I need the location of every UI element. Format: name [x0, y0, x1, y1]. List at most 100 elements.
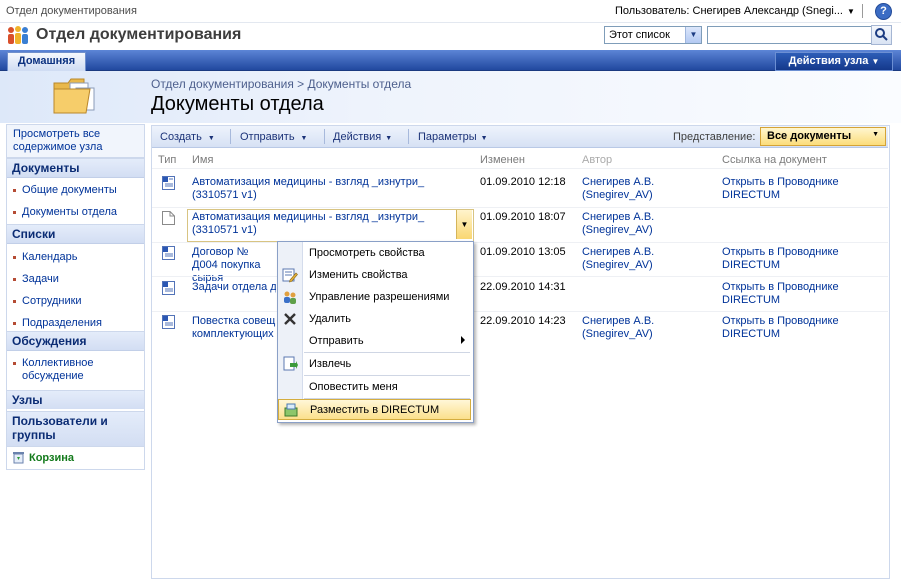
- document-library-folder-icon: [53, 78, 95, 114]
- menu-item-place-in-directum[interactable]: Разместить в DIRECTUM: [278, 399, 471, 420]
- menu-item-delete[interactable]: Удалить: [278, 309, 471, 329]
- open-in-directum-link[interactable]: Открыть в Проводнике DIRECTUM: [722, 176, 872, 202]
- breadcrumb[interactable]: Отдел документирования > Документы отдел…: [151, 77, 411, 91]
- site-title[interactable]: Отдел документирования: [36, 26, 241, 44]
- directum-icon: [284, 403, 298, 417]
- open-in-directum-link[interactable]: Открыть в Проводнике DIRECTUM: [722, 246, 872, 272]
- view-label: Представление:: [673, 131, 756, 143]
- column-header-document-link[interactable]: Ссылка на документ: [722, 154, 827, 166]
- column-header-type[interactable]: Тип: [158, 154, 176, 166]
- nav-item-shared-documents[interactable]: Общие документы: [7, 182, 144, 200]
- site-actions-label: Действия узла: [788, 55, 869, 67]
- document-name-link[interactable]: Автоматизация медицины - взгляд _изнутри…: [192, 211, 454, 237]
- menu-item-label: Оповестить меня: [309, 381, 398, 393]
- nav-sites-section: Узлы: [6, 390, 145, 412]
- item-menu-dropdown-icon[interactable]: ▼: [456, 210, 472, 239]
- modified-date: 01.09.2010 12:18: [480, 176, 566, 188]
- divider: [862, 4, 863, 18]
- open-in-directum-link[interactable]: Открыть в Проводнике DIRECTUM: [722, 281, 872, 307]
- chevron-down-icon: ▼: [872, 131, 879, 138]
- column-header-author[interactable]: Автор: [582, 154, 612, 166]
- nav-discussions-section: Обсуждения Коллективное обсуждение: [6, 331, 145, 391]
- nav-heading-documents[interactable]: Документы: [7, 159, 144, 178]
- menu-item-alert-me[interactable]: Оповестить меня: [278, 377, 471, 397]
- column-header-name[interactable]: Имя: [192, 154, 213, 166]
- generic-document-icon: [162, 211, 175, 225]
- site-actions-menu[interactable]: Действия узла ▼: [775, 52, 893, 71]
- menu-item-label: Удалить: [309, 313, 351, 325]
- site-people-logo-icon: [8, 26, 28, 44]
- menu-item-manage-permissions[interactable]: Управление разрешениями: [278, 287, 471, 307]
- settings-menu[interactable]: Параметры ▼: [418, 131, 488, 143]
- search-input[interactable]: [707, 26, 872, 44]
- menu-item-check-out[interactable]: Извлечь: [278, 354, 471, 374]
- chevron-down-icon: ▼: [871, 57, 880, 66]
- modified-date: 01.09.2010 18:07: [480, 211, 566, 223]
- chevron-down-icon: ▼: [685, 27, 701, 43]
- divider: [152, 311, 888, 312]
- menu-item-edit-properties[interactable]: Изменить свойства: [278, 265, 471, 285]
- create-label: Создать: [160, 131, 202, 143]
- author-link[interactable]: Снегирев А.В. (Snegirev_AV): [582, 176, 672, 202]
- divider: [408, 129, 409, 144]
- search-scope-select[interactable]: Этот список ▼: [604, 26, 702, 44]
- page-title: Документы отдела: [151, 93, 324, 115]
- search-button[interactable]: [871, 25, 892, 45]
- author-link[interactable]: Снегирев А.В. (Snegirev_AV): [582, 315, 672, 341]
- view-all-site-content-link[interactable]: Просмотреть все содержимое узла: [6, 124, 145, 158]
- author-link[interactable]: Снегирев А.В. (Snegirev_AV): [582, 246, 672, 272]
- nav-documents-section: Документы Общие документы Документы отде…: [6, 158, 145, 226]
- word-document-icon: [162, 281, 175, 295]
- menu-item-label: Управление разрешениями: [309, 291, 450, 303]
- view-select[interactable]: Все документы ▼: [760, 127, 886, 146]
- nav-item-team-discussion[interactable]: Коллективное обсуждение: [7, 355, 132, 386]
- menu-item-send-to[interactable]: Отправить: [278, 331, 471, 351]
- user-menu[interactable]: Пользователь: Снегирев Александр (Snegi.…: [615, 5, 855, 17]
- nav-heading-lists[interactable]: Списки: [7, 225, 144, 244]
- edit-properties-icon: [282, 268, 298, 283]
- document-name-link[interactable]: Повестка совещ комплектующих: [192, 315, 276, 341]
- menu-item-view-properties[interactable]: Просмотреть свойства: [278, 243, 471, 263]
- send-label: Отправить: [240, 131, 295, 143]
- nav-item-calendar[interactable]: Календарь: [7, 249, 144, 267]
- send-menu[interactable]: Отправить ▼: [240, 131, 307, 143]
- nav-heading-sites[interactable]: Узлы: [7, 391, 144, 409]
- delete-icon: [284, 313, 296, 325]
- divider: [152, 276, 888, 277]
- create-menu[interactable]: Создать ▼: [160, 131, 215, 143]
- chevron-down-icon: ▼: [480, 135, 488, 142]
- tab-home[interactable]: Домашняя: [7, 52, 86, 71]
- nav-item-employees[interactable]: Сотрудники: [7, 293, 144, 311]
- column-header-modified[interactable]: Изменен: [480, 154, 525, 166]
- help-icon[interactable]: ?: [875, 3, 892, 20]
- open-in-directum-link[interactable]: Открыть в Проводнике DIRECTUM: [722, 315, 872, 341]
- divider: [152, 168, 888, 169]
- word-document-icon: [162, 176, 175, 190]
- nav-lists-section: Списки Календарь Задачи Сотрудники Подра…: [6, 224, 145, 332]
- modified-date: 22.09.2010 14:31: [480, 281, 566, 293]
- divider: [324, 129, 325, 144]
- menu-item-label: Извлечь: [309, 358, 352, 370]
- author-link[interactable]: Снегирев А.В. (Snegirev_AV): [582, 211, 672, 237]
- chevron-down-icon: ▼: [385, 135, 393, 142]
- menu-item-label: Изменить свойства: [309, 269, 408, 281]
- nav-recycle-bin[interactable]: Корзина: [6, 446, 145, 470]
- nav-heading-discussions[interactable]: Обсуждения: [7, 332, 144, 351]
- divider: [304, 375, 470, 376]
- site-breadcrumb-link[interactable]: Отдел документирования: [6, 5, 137, 17]
- divider: [152, 207, 888, 208]
- document-name-link[interactable]: Договор № Д004 покупка сырья: [192, 246, 276, 285]
- chevron-down-icon: ▼: [300, 135, 308, 142]
- document-name-link[interactable]: Автоматизация медицины - взгляд _изнутри…: [192, 176, 462, 202]
- submenu-arrow-icon: [461, 336, 465, 344]
- nav-heading-people-groups[interactable]: Пользователи и группы: [7, 412, 144, 446]
- recycle-bin-label: Корзина: [29, 452, 74, 464]
- recycle-bin-icon: [13, 452, 24, 464]
- word-document-icon: [162, 246, 175, 260]
- nav-item-tasks[interactable]: Задачи: [7, 271, 144, 289]
- actions-menu[interactable]: Действия ▼: [333, 131, 392, 143]
- divider: [230, 129, 231, 144]
- nav-item-department-documents[interactable]: Документы отдела: [7, 204, 144, 222]
- search-icon: [875, 28, 888, 41]
- document-name-link[interactable]: Задачи отдела д: [192, 281, 276, 294]
